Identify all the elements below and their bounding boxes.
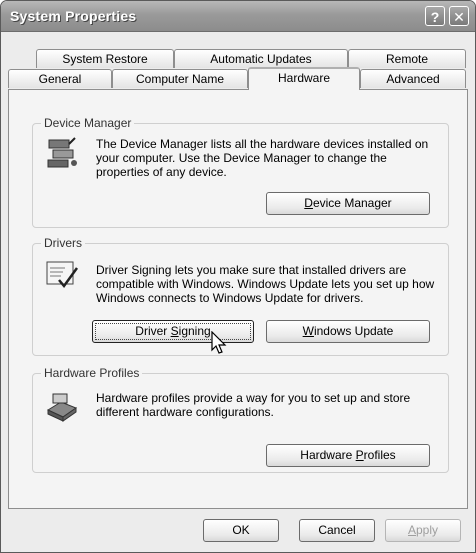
tab-advanced[interactable]: Advanced xyxy=(360,69,466,88)
tab-row-front: General Computer Name Hardware Advanced xyxy=(8,67,468,90)
btn-text: Driver xyxy=(135,324,171,338)
tab-general[interactable]: General xyxy=(8,69,112,88)
mouse-cursor-icon xyxy=(211,331,227,354)
btn-text: evice Manager xyxy=(312,196,392,210)
hardware-tab-panel: Device Manager The Device Manager lists … xyxy=(8,89,468,509)
windows-update-button[interactable]: Windows Update xyxy=(266,320,430,343)
tab-system-restore[interactable]: System Restore xyxy=(36,49,174,68)
device-manager-group-title: Device Manager xyxy=(41,116,135,130)
drivers-group: Drivers Driver Signing lets you make sur… xyxy=(32,236,449,356)
btn-text: pply xyxy=(416,523,439,537)
tab-computer-name[interactable]: Computer Name xyxy=(112,69,248,88)
driver-signing-icon xyxy=(46,261,79,289)
hardware-profiles-icon xyxy=(46,393,78,422)
btn-text: indows Update xyxy=(313,324,394,338)
access-key: W xyxy=(302,324,314,338)
btn-text: Hardware xyxy=(300,448,356,462)
close-button[interactable]: ✕ xyxy=(449,6,469,26)
tab-automatic-updates[interactable]: Automatic Updates xyxy=(174,49,348,68)
access-key: P xyxy=(355,448,364,462)
hardware-profiles-description: Hardware profiles provide a way for you … xyxy=(96,391,411,419)
ok-button[interactable]: OK xyxy=(203,519,279,542)
title-bar[interactable]: System Properties ? ✕ xyxy=(1,1,475,32)
btn-text: rofiles xyxy=(363,448,396,462)
tab-remote[interactable]: Remote xyxy=(348,49,466,68)
driver-signing-button[interactable]: Driver Signing xyxy=(92,320,254,343)
system-properties-window: System Properties ? ✕ System Restore Aut… xyxy=(0,0,476,553)
window-title: System Properties xyxy=(10,8,137,24)
hardware-profiles-button[interactable]: Hardware Profiles xyxy=(266,444,430,467)
apply-button[interactable]: Apply xyxy=(385,519,461,542)
tab-hardware[interactable]: Hardware xyxy=(248,67,360,90)
access-key: S xyxy=(170,324,179,338)
tab-row-back: System Restore Automatic Updates Remote xyxy=(8,49,468,68)
help-button[interactable]: ? xyxy=(425,6,445,26)
cancel-button[interactable]: Cancel xyxy=(299,519,375,542)
btn-text: igning xyxy=(178,324,211,338)
access-key: D xyxy=(304,196,313,210)
access-key: A xyxy=(407,523,416,537)
hardware-profiles-group: Hardware Profiles Hardware profiles prov… xyxy=(32,366,449,473)
hardware-profiles-group-title: Hardware Profiles xyxy=(41,366,143,380)
device-manager-group: Device Manager The Device Manager lists … xyxy=(32,116,449,228)
drivers-description: Driver Signing lets you make sure that i… xyxy=(96,263,435,305)
device-manager-description: The Device Manager lists all the hardwar… xyxy=(96,137,429,179)
drivers-group-title: Drivers xyxy=(41,236,85,250)
device-manager-button[interactable]: Device Manager xyxy=(266,192,430,215)
device-manager-icon xyxy=(47,137,77,168)
